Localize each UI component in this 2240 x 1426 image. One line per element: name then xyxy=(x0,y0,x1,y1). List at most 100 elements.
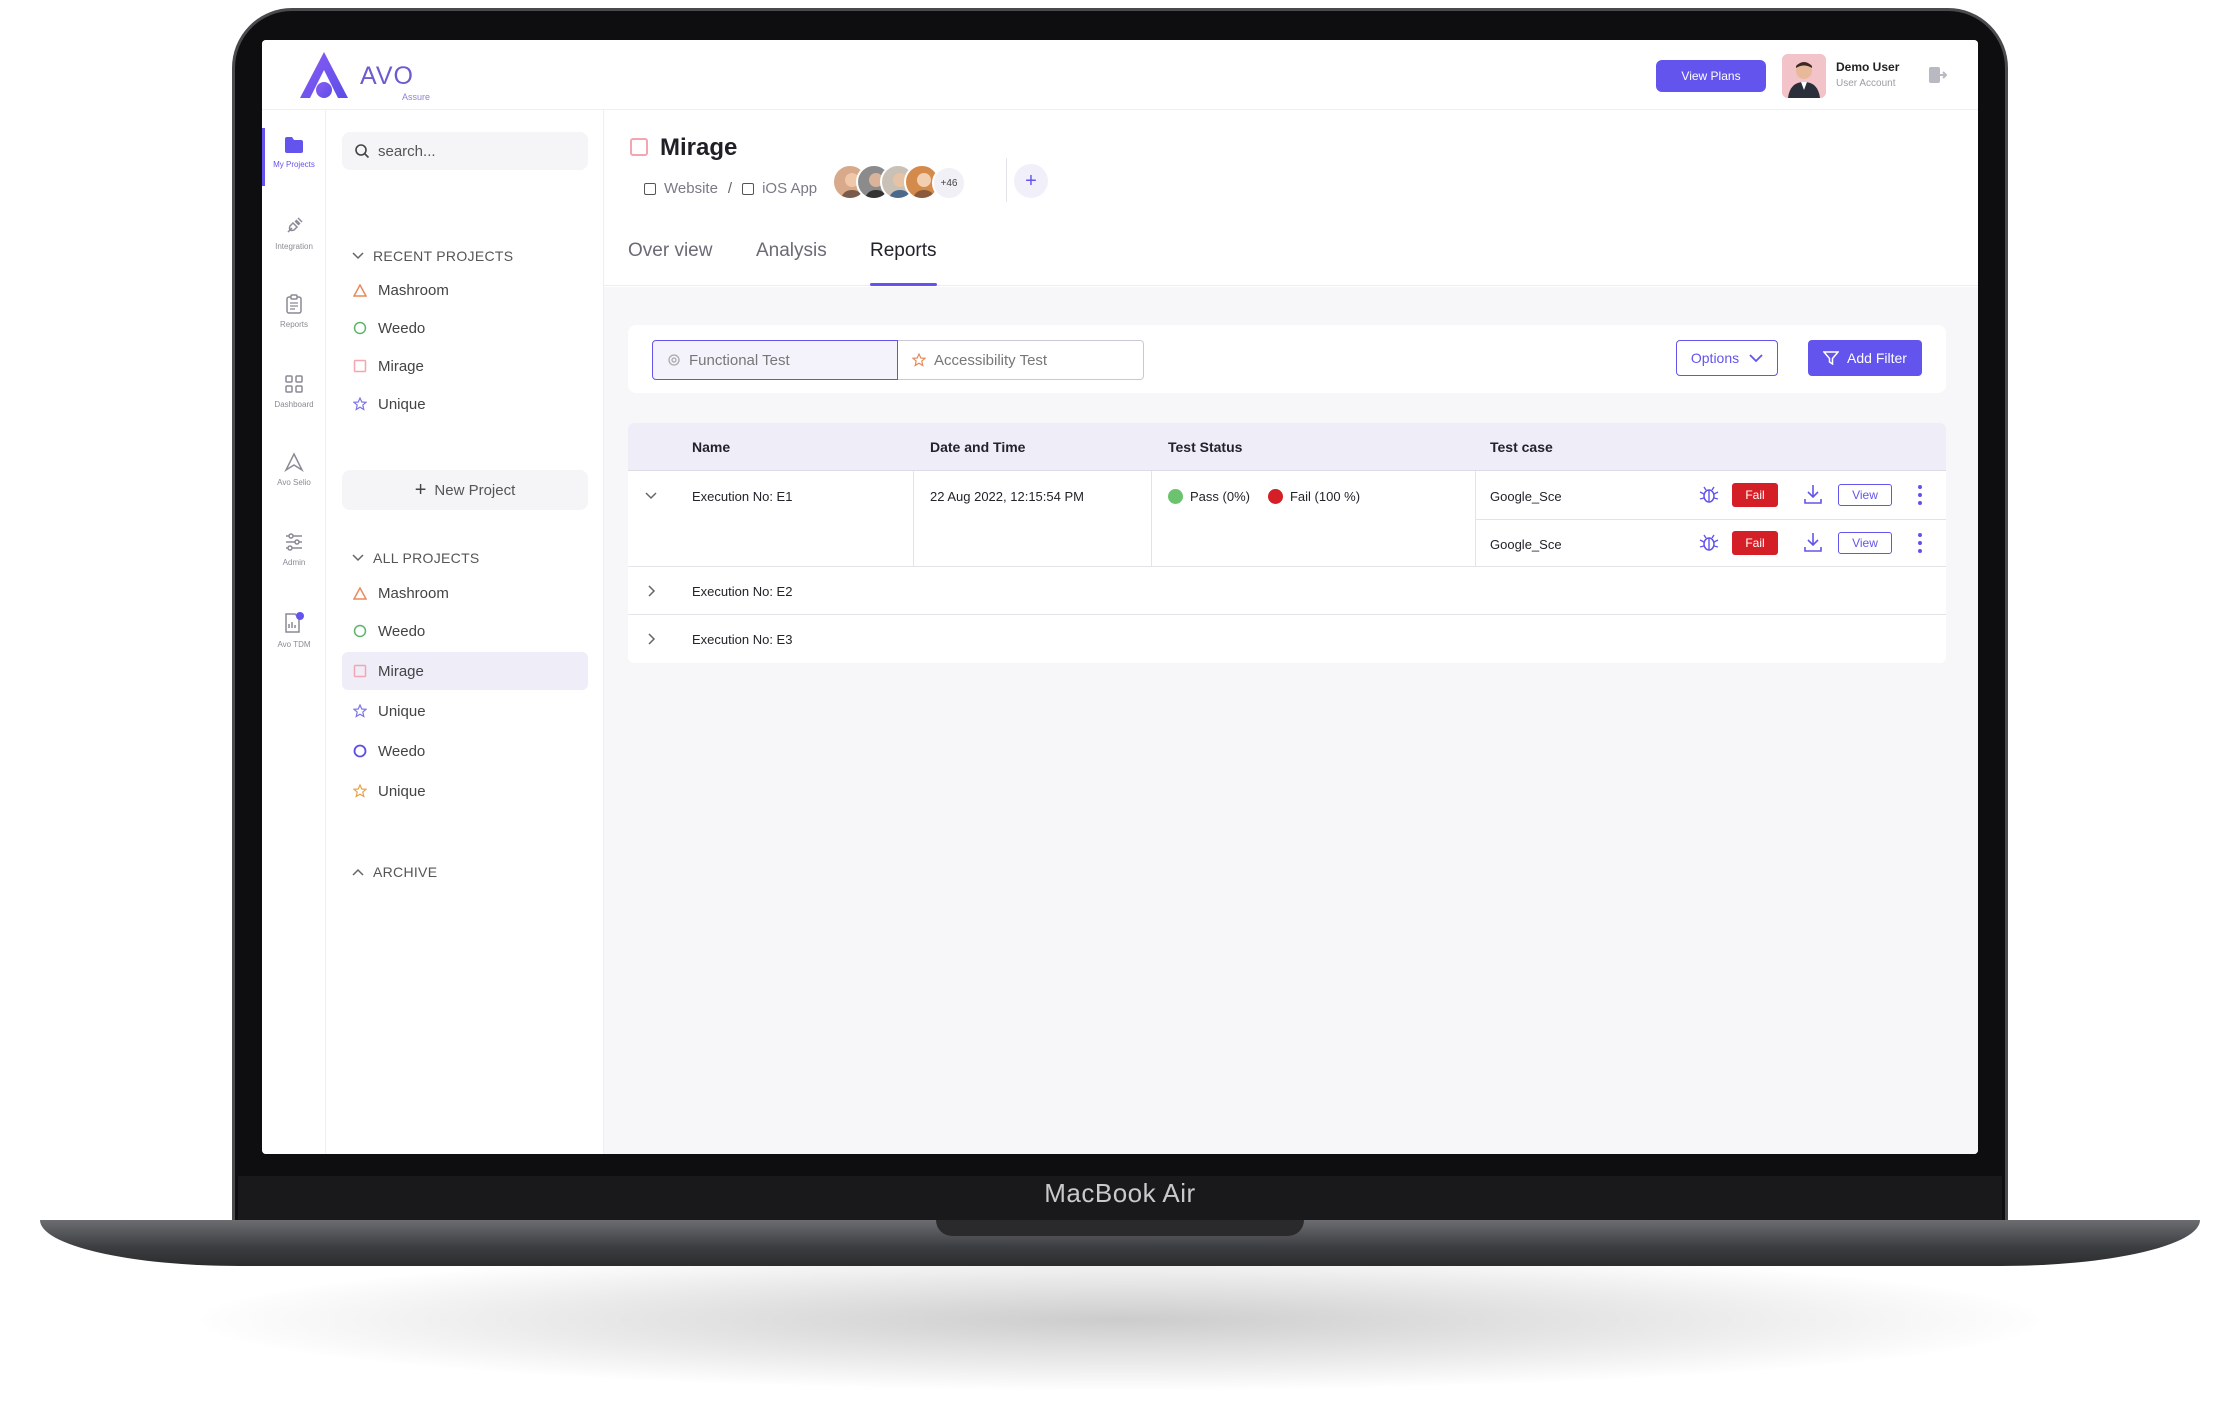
accessibility-test-label: Accessibility Test xyxy=(934,351,1048,369)
add-filter-label: Add Filter xyxy=(1847,350,1907,366)
avo-logo[interactable]: AVO Assure xyxy=(294,48,434,104)
add-filter-button[interactable]: Add Filter xyxy=(1808,340,1922,376)
column-header-name[interactable]: Name xyxy=(692,439,730,455)
new-project-label: New Project xyxy=(434,481,516,499)
view-plans-button[interactable]: View Plans xyxy=(1656,60,1766,92)
tdm-icon xyxy=(285,612,304,633)
project-item[interactable]: Weedo xyxy=(342,732,588,770)
project-item-selected[interactable]: Mirage xyxy=(342,652,588,690)
logo-subtext: Assure xyxy=(402,92,431,102)
user-name: Demo User xyxy=(1836,60,1900,74)
search-icon xyxy=(355,144,370,159)
project-item[interactable]: Unique xyxy=(342,692,588,730)
tab-overview[interactable]: Over view xyxy=(628,240,712,286)
square-icon xyxy=(352,358,368,374)
triangle-icon xyxy=(352,585,368,601)
reports-content: Functional Test Accessibility Test Optio… xyxy=(604,287,1978,1154)
functional-test-label: Functional Test xyxy=(689,351,790,369)
testcase-actions: Fail View xyxy=(1698,528,1938,558)
fail-badge: Fail xyxy=(1732,483,1778,507)
chevron-down-icon[interactable] xyxy=(642,486,660,504)
pass-percent: Pass (0%) xyxy=(1190,489,1250,504)
more-options-icon[interactable] xyxy=(1918,533,1922,553)
options-dropdown[interactable]: Options xyxy=(1676,340,1778,376)
chevron-up-icon xyxy=(352,868,364,876)
member-avatars[interactable]: +46 xyxy=(832,164,982,204)
circle-icon xyxy=(352,743,368,759)
search-input[interactable] xyxy=(378,138,578,164)
star-badge-icon xyxy=(912,353,926,367)
column-header-status[interactable]: Test Status xyxy=(1168,439,1242,455)
column-header-date[interactable]: Date and Time xyxy=(930,439,1025,455)
user-avatar[interactable] xyxy=(1782,54,1826,98)
app-screen: AVO Assure View Plans Demo User User Acc… xyxy=(262,40,1978,1154)
recent-projects-header[interactable]: RECENT PROJECTS xyxy=(352,248,513,264)
tab-reports[interactable]: Reports xyxy=(870,240,937,286)
rail-label: Reports xyxy=(279,320,308,329)
checkbox-icon xyxy=(742,182,755,195)
projects-sidebar: RECENT PROJECTS Mashroom Weedo Mirage Un… xyxy=(326,110,604,1154)
circle-icon xyxy=(352,320,368,336)
device-brand-label: MacBook Air xyxy=(1044,1178,1196,1208)
breadcrumb-separator: / xyxy=(727,180,733,197)
breadcrumb-ios-app[interactable]: iOS App xyxy=(762,180,817,197)
archive-header[interactable]: ARCHIVE xyxy=(352,864,437,880)
star-icon xyxy=(352,703,368,719)
reports-table: Name Date and Time Test Status Test case… xyxy=(628,423,1946,663)
table-row-expanded[interactable]: Execution No: E1 22 Aug 2022, 12:15:54 P… xyxy=(628,471,1946,567)
table-row-collapsed[interactable]: Execution No: E3 xyxy=(628,615,1946,663)
rail-item-avo-tdm[interactable]: Avo TDM xyxy=(262,598,326,668)
rail-item-admin[interactable]: Admin xyxy=(262,518,326,588)
rail-label: Admin xyxy=(282,558,306,567)
rail-item-my-projects[interactable]: My Projects xyxy=(262,122,326,192)
row-divider xyxy=(1476,519,1946,520)
view-button[interactable]: View xyxy=(1838,484,1892,506)
chevron-right-icon[interactable] xyxy=(642,582,660,600)
new-project-button[interactable]: + New Project xyxy=(342,470,588,510)
chevron-right-icon[interactable] xyxy=(642,630,660,648)
rail-label: Avo TDM xyxy=(277,640,311,649)
project-item[interactable]: Mashroom xyxy=(342,574,588,612)
rail-item-avo-selio[interactable]: Avo Selio xyxy=(262,438,326,508)
logout-icon[interactable] xyxy=(1926,64,1948,86)
project-name: Weedo xyxy=(378,319,426,337)
square-icon xyxy=(352,663,368,679)
project-item[interactable]: Weedo xyxy=(342,612,588,650)
download-icon[interactable] xyxy=(1802,483,1824,505)
execution-name: Execution No: E2 xyxy=(692,584,793,599)
recent-project-item[interactable]: Mirage xyxy=(342,347,588,385)
execution-name: Execution No: E3 xyxy=(692,632,793,647)
recent-project-item[interactable]: Mashroom xyxy=(342,271,588,309)
triangle-icon xyxy=(352,282,368,298)
divider xyxy=(1006,158,1007,202)
breadcrumb-website[interactable]: Website xyxy=(664,180,718,197)
recent-project-item[interactable]: Weedo xyxy=(342,309,588,347)
rail-item-reports[interactable]: Reports xyxy=(262,280,326,350)
fail-percent: Fail (100 %) xyxy=(1289,489,1361,504)
user-role: User Account xyxy=(1836,78,1896,89)
bug-icon[interactable] xyxy=(1698,532,1720,554)
project-name: Mirage xyxy=(378,357,424,375)
tab-analysis[interactable]: Analysis xyxy=(756,240,827,286)
download-icon[interactable] xyxy=(1802,531,1824,553)
add-member-button[interactable]: + xyxy=(1014,164,1048,198)
more-options-icon[interactable] xyxy=(1918,485,1922,505)
view-button[interactable]: View xyxy=(1838,532,1892,554)
table-row-collapsed[interactable]: Execution No: E2 xyxy=(628,567,1946,615)
functional-test-toggle[interactable]: Functional Test xyxy=(652,340,898,380)
project-name: Mirage xyxy=(378,662,424,680)
recent-project-item[interactable]: Unique xyxy=(342,385,588,423)
more-members-badge: +46 xyxy=(932,166,966,200)
column-header-testcase[interactable]: Test case xyxy=(1490,439,1553,455)
nav-rail: My Projects Integration Reports Dashboar… xyxy=(262,110,326,1154)
search-box[interactable] xyxy=(342,132,588,170)
execution-name: Execution No: E1 xyxy=(692,489,793,504)
project-item[interactable]: Unique xyxy=(342,772,588,810)
device-shadow xyxy=(200,1250,2040,1390)
folder-icon xyxy=(285,137,303,153)
rail-item-integration[interactable]: Integration xyxy=(262,202,326,272)
all-projects-header[interactable]: ALL PROJECTS xyxy=(352,550,480,566)
rail-item-dashboard[interactable]: Dashboard xyxy=(262,360,326,430)
accessibility-test-toggle[interactable]: Accessibility Test xyxy=(898,340,1144,380)
bug-icon[interactable] xyxy=(1698,484,1720,506)
